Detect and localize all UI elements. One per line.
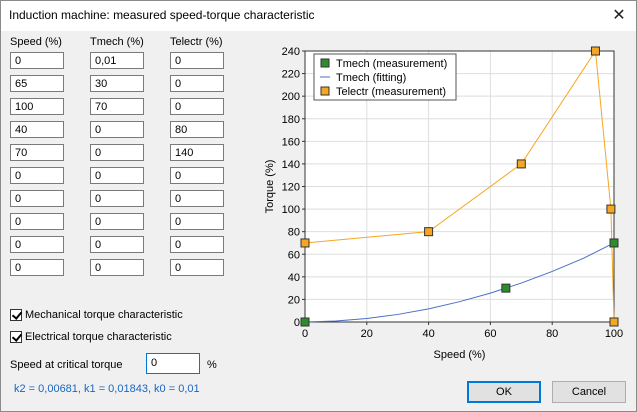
y-tick-label: 160 xyxy=(282,136,300,148)
x-tick-label: 60 xyxy=(484,328,496,340)
electrical-torque-checkbox[interactable]: Electrical torque characteristic xyxy=(10,331,172,343)
legend-entry: Tmech (fitting) xyxy=(336,72,406,84)
y-tick-label: 200 xyxy=(282,91,300,103)
cell-speed-row10[interactable]: 0 xyxy=(10,259,64,276)
cell-tmech-row2[interactable]: 30 xyxy=(90,75,144,92)
cell-tmech-row5[interactable]: 0 xyxy=(90,144,144,161)
y-tick-label: 240 xyxy=(282,46,300,58)
cell-speed-row7[interactable]: 0 xyxy=(10,190,64,207)
cell-speed-row2[interactable]: 65 xyxy=(10,75,64,92)
cell-telectr-row9[interactable]: 0 xyxy=(170,236,224,253)
x-tick-label: 80 xyxy=(546,328,558,340)
ok-button[interactable]: OK xyxy=(467,381,541,403)
cell-telectr-row6[interactable]: 0 xyxy=(170,167,224,184)
cell-tmech-row9[interactable]: 0 xyxy=(90,236,144,253)
y-axis-label: Torque (%) xyxy=(264,160,276,214)
cell-telectr-row7[interactable]: 0 xyxy=(170,190,224,207)
cell-telectr-row4[interactable]: 80 xyxy=(170,121,224,138)
cancel-button[interactable]: Cancel xyxy=(552,381,626,403)
critical-speed-label: Speed at critical torque xyxy=(10,359,123,371)
mechanical-torque-checkbox[interactable]: Mechanical torque characteristic xyxy=(10,309,183,321)
y-tick-label: 60 xyxy=(288,249,300,261)
cell-speed-row5[interactable]: 70 xyxy=(10,144,64,161)
checkbox-checked-icon[interactable] xyxy=(10,331,22,343)
cell-tmech-row1[interactable]: 0,01 xyxy=(90,52,144,69)
cell-speed-row6[interactable]: 0 xyxy=(10,167,64,184)
column-header-tmech: Tmech (%) xyxy=(90,36,144,48)
y-tick-label: 120 xyxy=(282,182,300,194)
y-tick-label: 0 xyxy=(294,317,300,329)
cell-telectr-row1[interactable]: 0 xyxy=(170,52,224,69)
y-tick-label: 220 xyxy=(282,69,300,81)
y-tick-label: 180 xyxy=(282,114,300,126)
data-point-telectr-measurement- xyxy=(590,46,600,56)
dialog-window: Induction machine: measured speed-torque… xyxy=(0,0,637,412)
checkbox-checked-icon[interactable] xyxy=(10,309,22,321)
x-tick-label: 100 xyxy=(605,328,623,340)
data-point-tmech-measurement- xyxy=(501,283,511,293)
cell-speed-row4[interactable]: 40 xyxy=(10,121,64,138)
cell-tmech-row7[interactable]: 0 xyxy=(90,190,144,207)
data-point-telectr-measurement- xyxy=(606,204,616,214)
speed-torque-chart: 0 20 40 60 80 100 120 140 160 180 200 220 240 0 20 40 60… xyxy=(264,46,623,361)
y-tick-label: 80 xyxy=(288,227,300,239)
y-tick-label: 100 xyxy=(282,204,300,216)
cell-speed-row3[interactable]: 100 xyxy=(10,98,64,115)
cell-tmech-row10[interactable]: 0 xyxy=(90,259,144,276)
coefficients-text: k2 = 0,00681, k1 = 0,01843, k0 = 0,01 xyxy=(14,383,200,395)
cell-telectr-row3[interactable]: 0 xyxy=(170,98,224,115)
y-tick-label: 20 xyxy=(288,294,300,306)
y-tick-label: 40 xyxy=(288,272,300,284)
column-header-speed: Speed (%) xyxy=(10,36,62,48)
cell-tmech-row4[interactable]: 0 xyxy=(90,121,144,138)
data-point-telectr-measurement- xyxy=(300,238,310,248)
cell-tmech-row3[interactable]: 70 xyxy=(90,98,144,115)
critical-speed-input[interactable]: 0 xyxy=(146,353,200,374)
legend-swatch-marker xyxy=(320,58,330,68)
x-axis-label: Speed (%) xyxy=(434,349,486,361)
data-point-tmech-measurement- xyxy=(609,238,619,248)
data-point-telectr-measurement- xyxy=(609,317,619,327)
cell-telectr-row5[interactable]: 140 xyxy=(170,144,224,161)
cell-tmech-row8[interactable]: 0 xyxy=(90,213,144,230)
column-header-telectr: Telectr (%) xyxy=(170,36,223,48)
cell-telectr-row2[interactable]: 0 xyxy=(170,75,224,92)
cell-telectr-row8[interactable]: 0 xyxy=(170,213,224,230)
mechanical-torque-label: Mechanical torque characteristic xyxy=(25,309,183,321)
electrical-torque-label: Electrical torque characteristic xyxy=(25,331,172,343)
legend-entry: Tmech (measurement) xyxy=(336,58,447,70)
data-point-telectr-measurement- xyxy=(516,159,526,169)
data-point-telectr-measurement- xyxy=(424,227,434,237)
cell-telectr-row10[interactable]: 0 xyxy=(170,259,224,276)
cell-speed-row8[interactable]: 0 xyxy=(10,213,64,230)
cell-speed-row1[interactable]: 0 xyxy=(10,52,64,69)
data-point-tmech-measurement- xyxy=(300,317,310,327)
legend-swatch-marker xyxy=(320,86,330,96)
x-tick-label: 0 xyxy=(302,328,308,340)
window-title: Induction machine: measured speed-torque… xyxy=(9,8,315,22)
y-tick-label: 140 xyxy=(282,159,300,171)
x-tick-label: 20 xyxy=(361,328,373,340)
legend-entry: Telectr (measurement) xyxy=(336,86,446,98)
cell-speed-row9[interactable]: 0 xyxy=(10,236,64,253)
title-bar: Induction machine: measured speed-torque… xyxy=(1,1,636,31)
cell-tmech-row6[interactable]: 0 xyxy=(90,167,144,184)
close-icon[interactable]: ✕ xyxy=(606,3,632,27)
x-tick-label: 40 xyxy=(422,328,434,340)
critical-speed-unit: % xyxy=(207,359,217,371)
